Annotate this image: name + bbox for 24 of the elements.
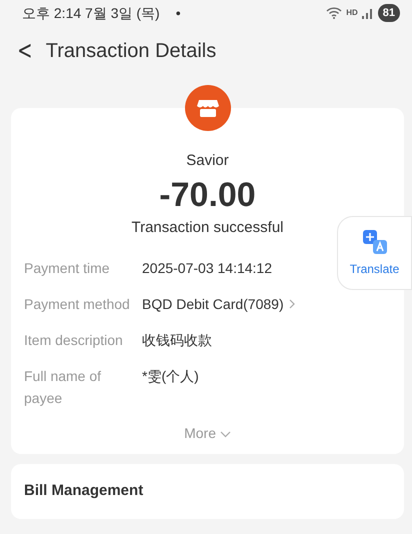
translate-icon — [360, 228, 388, 256]
transaction-status: Transaction successful — [131, 218, 284, 238]
detail-label: Payment time — [24, 259, 111, 278]
detail-label: Item description — [24, 331, 124, 350]
detail-label: Payment method — [24, 295, 131, 314]
battery-level: 81 — [378, 4, 400, 22]
status-time: 오후 2:14 7월 3일 (목) — [22, 4, 160, 23]
amount: -70.00 — [158, 174, 257, 216]
notification-dot: • — [176, 4, 181, 22]
page-title: Transaction Details — [46, 39, 216, 64]
back-button[interactable]: < — [13, 38, 37, 64]
chevron-icon[interactable] — [288, 298, 296, 310]
translate-button[interactable]: Translate — [337, 216, 412, 290]
detail-value: 收钱码收款 — [142, 331, 212, 350]
network-label: HD — [346, 7, 358, 19]
signal-icon — [362, 8, 374, 18]
detail-value: *雯(个人) — [142, 367, 199, 386]
section-title: Bill Management — [24, 481, 144, 502]
detail-value: 2025-07-03 14:14:12 — [142, 259, 272, 278]
merchant-name: Savior — [185, 151, 230, 171]
wifi-icon — [326, 7, 342, 19]
detail-label: Full name of payee — [24, 367, 102, 408]
detail-value[interactable]: BQD Debit Card(7089) — [142, 293, 284, 316]
chevron-down-icon — [220, 430, 231, 438]
